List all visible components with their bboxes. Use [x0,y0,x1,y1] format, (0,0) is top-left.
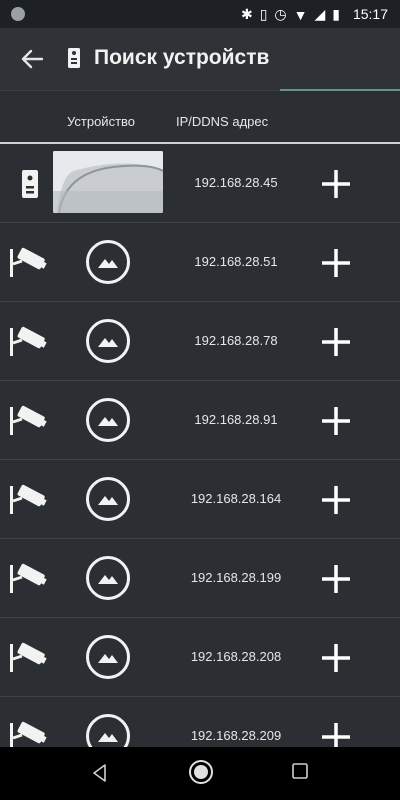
add-device-icon[interactable] [320,563,352,595]
doorbell-icon [22,170,38,198]
navigation-bar [0,747,400,800]
device-ip: 192.168.28.164 [190,491,282,506]
intercom-icon [68,48,80,68]
device-ip: 192.168.28.91 [194,412,278,427]
back-arrow-icon[interactable] [18,45,46,73]
alarm-icon: ◷ [274,6,287,22]
table-row[interactable]: 192.168.28.45 [0,144,400,223]
device-list: 192.168.28.45 192.168.28.51 192.168.28.7… [0,144,400,776]
device-ip: 192.168.28.51 [194,254,278,269]
column-header-ip: IP/DDNS адрес [176,114,269,129]
nav-back-icon[interactable] [90,763,110,783]
device-ip: 192.168.28.209 [190,728,282,743]
vibrate-icon: ▯ [259,6,268,22]
status-bar: ✱ ▯ ◷ ▼ ◢ ▮ 15:17 [0,0,400,28]
cctv-camera-icon [10,247,47,277]
table-row[interactable]: 192.168.28.199 [0,539,400,618]
device-ip: 192.168.28.45 [194,175,278,190]
add-device-icon[interactable] [320,326,352,358]
cctv-camera-icon [10,326,47,356]
add-device-icon[interactable] [320,168,352,200]
device-ip: 192.168.28.199 [190,570,282,585]
cctv-camera-icon [10,405,47,435]
add-device-icon[interactable] [320,484,352,516]
cctv-camera-icon [10,563,47,593]
page-title: Поиск устройств [94,46,270,69]
cctv-camera-icon [10,642,47,672]
table-header: Устройство IP/DDNS адрес [0,91,400,144]
image-placeholder-icon [86,477,130,521]
bluetooth-icon: ✱ [240,6,253,22]
cctv-camera-icon [10,484,47,514]
column-header-device: Устройство [67,114,136,129]
table-row[interactable]: 192.168.28.91 [0,381,400,460]
signal-icon: ◢ [314,6,326,22]
notification-dot-icon [11,7,25,21]
add-device-icon[interactable] [320,405,352,437]
nav-recents-icon[interactable] [292,763,308,779]
add-device-icon[interactable] [320,247,352,279]
device-ip: 192.168.28.208 [190,649,282,664]
status-time: 15:17 [352,6,388,22]
table-row[interactable]: 192.168.28.78 [0,302,400,381]
status-icons: ✱ ▯ ◷ ▼ ◢ ▮ [241,6,340,23]
add-device-icon[interactable] [320,642,352,674]
image-placeholder-icon [86,635,130,679]
table-row[interactable]: 192.168.28.208 [0,618,400,697]
wifi-icon: ▼ [293,6,308,23]
nav-home-icon[interactable] [188,759,214,785]
table-row[interactable]: 192.168.28.51 [0,223,400,302]
table-row[interactable]: 192.168.28.164 [0,460,400,539]
battery-icon: ▮ [332,6,340,22]
image-placeholder-icon [86,398,130,442]
camera-thumbnail [53,151,163,213]
device-ip: 192.168.28.78 [194,333,278,348]
app-bar: Поиск устройств [0,28,400,91]
image-placeholder-icon [86,240,130,284]
image-placeholder-icon [86,319,130,363]
image-placeholder-icon [86,556,130,600]
